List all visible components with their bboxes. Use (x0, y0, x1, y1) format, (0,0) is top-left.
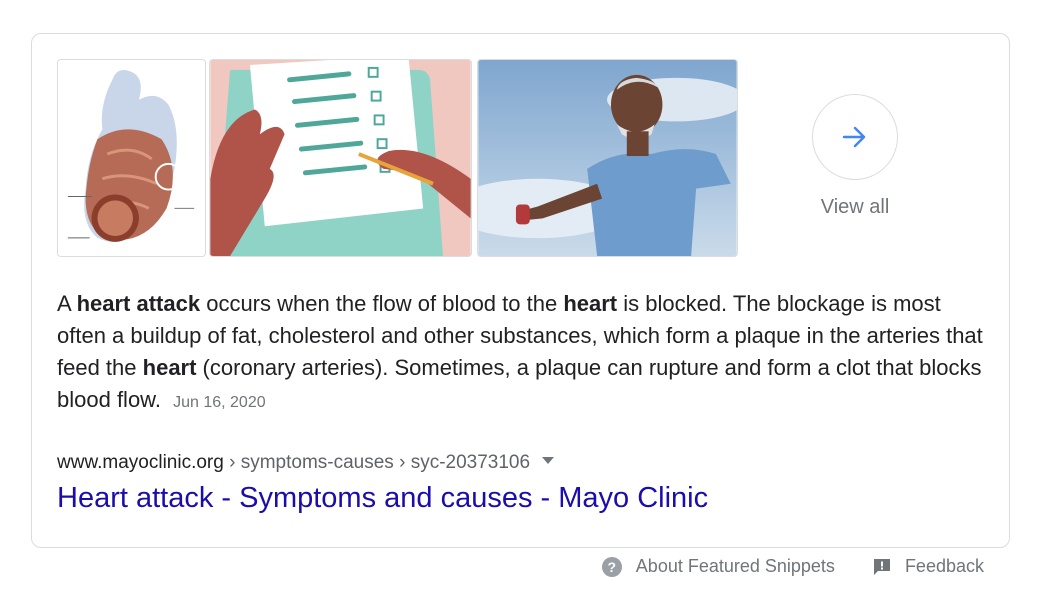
snippet-date: Jun 16, 2020 (173, 394, 266, 411)
source-url-line: www.mayoclinic.org › symptoms-causes › s… (57, 452, 555, 474)
source-breadcrumb: › symptoms-causes › syc-20373106 (223, 452, 531, 473)
snippet-text-part: occurs when the flow of blood to the (200, 291, 564, 316)
arrow-right-icon (842, 126, 866, 148)
snippet-footer: ? About Featured Snippets Feedback (601, 556, 984, 577)
image-thumbnail-checklist[interactable] (209, 59, 472, 257)
view-all-circle[interactable] (812, 94, 898, 180)
featured-snippet-card: View all A heart attack occurs when the … (31, 33, 1010, 548)
snippet-highlight: heart (142, 355, 197, 380)
result-title-link[interactable]: Heart attack - Symptoms and causes - May… (57, 482, 708, 515)
snippet-text-part: A (57, 291, 77, 316)
snippet-text: A heart attack occurs when the flow of b… (57, 288, 987, 419)
view-all-label: View all (820, 196, 890, 218)
caret-down-icon[interactable] (542, 457, 555, 465)
help-icon: ? (601, 556, 622, 577)
feedback-link[interactable]: Feedback (873, 556, 984, 577)
source-domain: www.mayoclinic.org (57, 452, 224, 473)
checklist-image (210, 60, 471, 256)
view-all-button[interactable]: View all (810, 94, 900, 219)
snippet-highlight: heart attack (76, 291, 201, 316)
about-featured-snippets-label: About Featured Snippets (635, 556, 835, 576)
feedback-icon (873, 558, 890, 575)
image-thumbnail-man-stretching[interactable] (477, 59, 738, 257)
about-featured-snippets-link[interactable]: ? About Featured Snippets (601, 556, 835, 577)
heart-anatomy-image (58, 60, 205, 256)
snippet-highlight: heart (563, 291, 618, 316)
image-thumbnail-heart[interactable] (57, 59, 206, 257)
feedback-label: Feedback (904, 556, 984, 576)
man-stretching-image (478, 60, 737, 256)
